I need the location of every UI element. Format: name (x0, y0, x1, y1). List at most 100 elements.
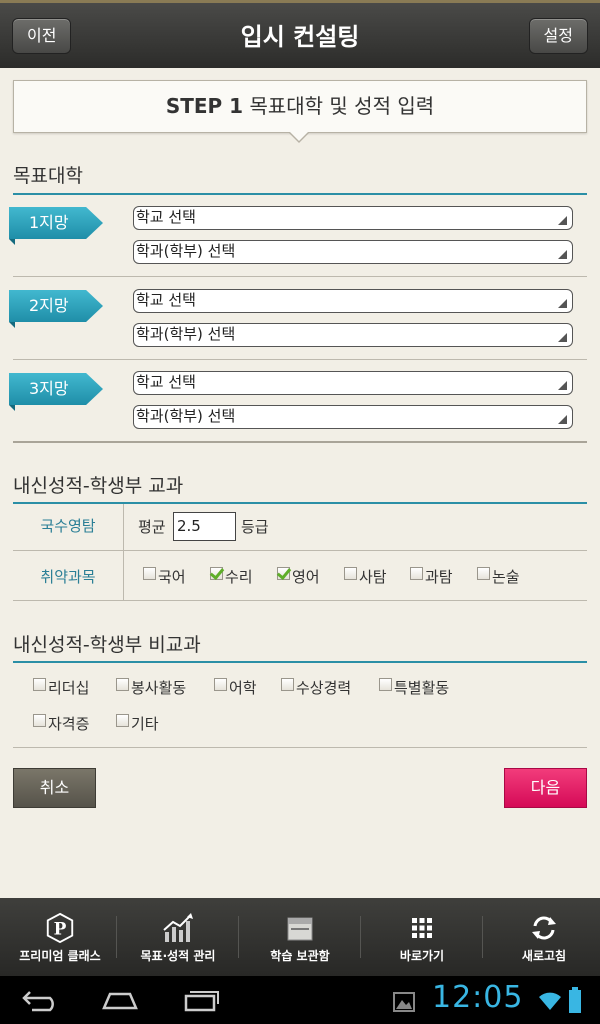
checkbox-label: 과탐 (425, 568, 453, 586)
refresh-icon (532, 916, 556, 940)
bottom-navigation: P 프리미엄 클래스 목표·성적 관리 학습 보관함 바로가기 새로고침 (0, 898, 600, 976)
recent-apps-icon[interactable] (182, 986, 222, 1014)
nav-label: 프리미엄 클래스 (19, 949, 101, 963)
checkbox-label: 리더십 (48, 679, 90, 697)
row-divider (13, 359, 587, 360)
checkbox[interactable] (33, 678, 46, 691)
checkbox[interactable] (210, 567, 223, 580)
nav-premium-class[interactable]: P 프리미엄 클래스 (0, 898, 120, 976)
extra-checkbox-other[interactable]: 기타 (116, 713, 159, 734)
average-grade-input[interactable]: 2.5 (173, 512, 236, 541)
select-text: 학교 선택 (136, 208, 196, 226)
checkbox-label: 봉사활동 (131, 679, 187, 697)
subject-checkbox-math[interactable]: 수리 (210, 566, 253, 587)
row-divider (13, 600, 587, 601)
checkbox[interactable] (214, 678, 227, 691)
subject-checkbox-english[interactable]: 영어 (277, 566, 320, 587)
checkbox-label: 기타 (131, 715, 159, 733)
cancel-button[interactable]: 취소 (13, 768, 96, 808)
subject-checkbox-essay[interactable]: 논술 (477, 566, 520, 587)
choice-1-label: 1지망 (9, 207, 103, 239)
checkbox-label: 수리 (225, 568, 253, 586)
checkbox[interactable] (477, 567, 490, 580)
ribbon-fold (9, 322, 15, 328)
extra-checkbox-awards[interactable]: 수상경력 (281, 677, 351, 698)
weak-subject-row-label: 취약과목 (40, 568, 96, 586)
extra-checkbox-volunteer[interactable]: 봉사활동 (116, 677, 186, 698)
step-text: 목표대학 및 성적 입력 (249, 94, 435, 118)
dropdown-arrow-icon (558, 333, 567, 342)
row-divider (13, 276, 587, 277)
chart-icon (163, 913, 193, 942)
choice-2-school-select[interactable]: 학교 선택 (133, 289, 573, 313)
nav-shortcuts[interactable]: 바로가기 (362, 898, 482, 976)
average-row-label: 국수영탐 (40, 517, 96, 535)
app-header: 이전 입시 컨설팅 설정 (0, 0, 600, 68)
checkbox-label: 영어 (292, 568, 320, 586)
gallery-notification-icon (393, 992, 415, 1012)
checkbox-label: 특별활동 (394, 679, 450, 697)
premium-logo-icon: P (46, 912, 74, 944)
battery-icon (569, 987, 581, 1013)
dropdown-arrow-icon (558, 250, 567, 259)
section-end-divider (13, 441, 587, 443)
step-pointer-fill (289, 131, 309, 141)
next-button[interactable]: 다음 (504, 768, 587, 808)
subject-checkbox-social[interactable]: 사탐 (344, 566, 387, 587)
choice-3-label: 3지망 (9, 373, 103, 405)
svg-text:P: P (54, 919, 67, 939)
nav-label: 학습 보관함 (270, 949, 330, 963)
nav-separator (238, 916, 239, 958)
checkbox[interactable] (116, 678, 129, 691)
ribbon-fold (9, 405, 15, 411)
choice-3-school-select[interactable]: 학교 선택 (133, 371, 573, 395)
checkbox[interactable] (379, 678, 392, 691)
subject-checkbox-korean[interactable]: 국어 (143, 566, 186, 587)
checkbox[interactable] (116, 714, 129, 727)
dropdown-arrow-icon (558, 381, 567, 390)
checkbox[interactable] (281, 678, 294, 691)
select-text: 학교 선택 (136, 291, 196, 309)
checkbox-label: 자격증 (48, 715, 90, 733)
row-divider (13, 550, 587, 551)
page-title: 입시 컨설팅 (240, 23, 360, 51)
nav-study-archive[interactable]: 학습 보관함 (240, 898, 360, 976)
average-label: 평균 (138, 518, 166, 536)
checkbox[interactable] (277, 567, 290, 580)
checkbox-label: 국어 (158, 568, 186, 586)
nav-label: 새로고침 (521, 949, 567, 963)
extra-checkbox-language[interactable]: 어학 (214, 677, 257, 698)
nav-separator (360, 916, 361, 958)
home-nav-icon[interactable] (100, 986, 140, 1014)
grades-section-title: 내신성적-학생부 교과 (13, 475, 184, 497)
nav-refresh[interactable]: 새로고침 (484, 898, 600, 976)
step-banner: STEP 1 목표대학 및 성적 입력 (13, 80, 587, 133)
dropdown-arrow-icon (558, 216, 567, 225)
back-nav-icon[interactable] (20, 986, 62, 1014)
extra-checkbox-activities[interactable]: 특별활동 (379, 677, 449, 698)
select-text: 학과(학부) 선택 (136, 242, 236, 260)
nav-goal-grade[interactable]: 목표·성적 관리 (118, 898, 238, 976)
choice-3-dept-select[interactable]: 학과(학부) 선택 (133, 405, 573, 429)
choice-1-dept-select[interactable]: 학과(학부) 선택 (133, 240, 573, 264)
checkbox[interactable] (410, 567, 423, 580)
choice-1-school-select[interactable]: 학교 선택 (133, 206, 573, 230)
dropdown-arrow-icon (558, 299, 567, 308)
folder-icon (287, 917, 313, 941)
target-section-title: 목표대학 (13, 165, 83, 187)
step-number: STEP 1 (165, 94, 244, 118)
clock: 12:05 (432, 980, 524, 1015)
choice-2-dept-select[interactable]: 학과(학부) 선택 (133, 323, 573, 347)
settings-button[interactable]: 설정 (528, 18, 588, 54)
checkbox[interactable] (33, 714, 46, 727)
checkbox[interactable] (143, 567, 156, 580)
extra-checkbox-leadership[interactable]: 리더십 (33, 677, 89, 698)
extra-checkbox-certificate[interactable]: 자격증 (33, 713, 89, 734)
section-divider (13, 502, 587, 504)
checkbox-label: 수상경력 (296, 679, 352, 697)
checkbox[interactable] (344, 567, 357, 580)
system-bar: 12:05 (0, 976, 600, 1024)
checkbox-label: 사탐 (359, 568, 387, 586)
subject-checkbox-science[interactable]: 과탐 (410, 566, 453, 587)
section-divider (13, 661, 587, 663)
